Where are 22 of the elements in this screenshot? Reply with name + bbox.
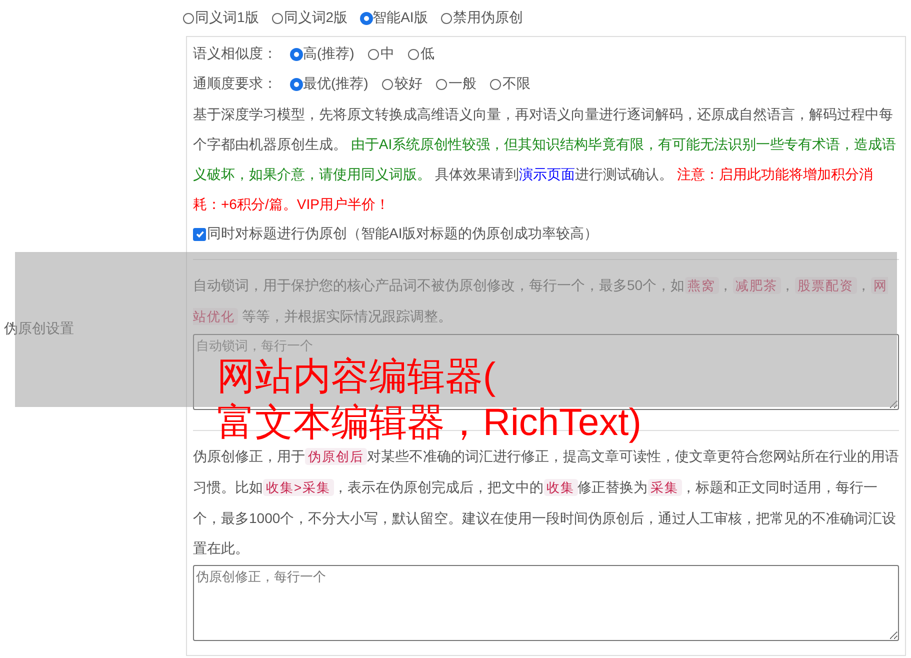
demo-page-link[interactable]: 演示页面 [518, 166, 575, 182]
checkbox[interactable] [193, 228, 206, 240]
similarity-radio[interactable]: 高(推荐) [291, 45, 354, 63]
title-checkbox[interactable]: 同时对标题进行伪原创（智能AI版对标题的伪原创成功率较高） [193, 219, 899, 249]
fluency-radio[interactable]: 一般 [436, 75, 476, 93]
mode-radio[interactable]: 同义词1版 [183, 9, 259, 27]
fluency-radio[interactable]: 最优(推荐) [291, 75, 368, 93]
field-label: 通顺度要求： [193, 75, 277, 93]
mode-radio[interactable]: 智能AI版 [360, 9, 428, 27]
mode-radio[interactable]: 禁用伪原创 [440, 9, 523, 27]
row-label: 伪原创设置 [4, 320, 74, 338]
lock-words-description: 自动锁词，用于保护您的核心产品词不被伪原创修改，每行一个，最多50个，如 燕窝 ， 减肥茶 ， 股票配资 ， 网站优化 等等，并根据实际情况跟踪调整。 [193, 276, 889, 327]
ai-description: 基于深度学习模型，先将原文转换成高维语义向量，再对语义向量进行逐词解码，还原成自然语言，解码过程中每个字都由机器原创生成。 由于AI系统原创性较强，但其知识结构毕竟有限，有可能无法识别一些专有术语，造成语义破坏，如果介意，请使用同义词版。 具体效果请到演示页面进行测试确认。 注意：启用此功能将增加积分消耗：+6积分/篇。VIP用户半价！ [193, 105, 898, 214]
fluency-radio[interactable]: 较好 [382, 75, 422, 93]
mode-radio[interactable]: 同义词2版 [272, 9, 348, 27]
fluency-radio[interactable]: 不限 [490, 75, 530, 93]
banner-title: 网站内容编辑器( [217, 355, 497, 400]
corrections-field[interactable]: 伪原创修正，每行一个 [193, 565, 899, 641]
corrections-description: 伪原创修正，用于 伪原创后 对某些不准确的词汇进行修正，提高文章可读性，使文章更符合您网站所在行业的用语习惯。比如 收集>采集 ，表示在伪原创完成后，把文中的 收集 修正替换为 采集 ，标题和正文同时适用，每行一个，最多1000个，不分大小写，默认留空。建议在使用一段时间伪原创后，通过人工审核，把常见的不准确词汇设置在此。 [193, 447, 899, 558]
similarity-radio[interactable]: 中 [368, 45, 394, 63]
field-label: 语义相似度： [193, 45, 277, 63]
similarity-radio[interactable]: 低 [408, 45, 434, 63]
